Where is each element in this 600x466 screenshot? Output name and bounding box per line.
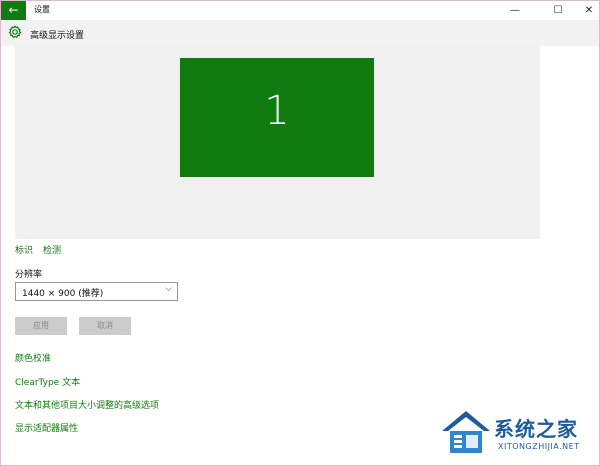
chevron-down-icon: ⌵ (165, 284, 172, 294)
title-bar: ← 设置 — ☐ ✕ (1, 1, 599, 20)
apply-button[interactable]: 应用 (15, 317, 67, 335)
color-calibration-link[interactable]: 颜色校准 (15, 351, 51, 364)
advanced-sizing-link[interactable]: 文本和其他项目大小调整的高级选项 (15, 398, 159, 411)
monitor-number: 1 (264, 88, 290, 134)
minimize-icon: — (510, 5, 520, 16)
house-logo-icon (442, 411, 490, 453)
watermark: 系统之家 XITONGZHIJIA.NET (438, 405, 598, 462)
close-button[interactable]: ✕ (575, 1, 600, 20)
window-title: 设置 (34, 5, 50, 14)
detect-link[interactable]: 检测 (43, 243, 61, 256)
close-icon: ✕ (584, 5, 594, 16)
display-preview: 1 (15, 46, 540, 239)
page-title: 高级显示设置 (30, 31, 85, 41)
adapter-properties-link[interactable]: 显示适配器属性 (15, 421, 78, 434)
maximize-icon: ☐ (553, 5, 563, 16)
back-button[interactable]: ← (1, 1, 26, 20)
page-header: 高级显示设置 (1, 20, 599, 46)
resolution-label: 分辨率 (15, 270, 43, 280)
resolution-value: 1440 × 900 (推荐) (22, 289, 104, 299)
watermark-title: 系统之家 (494, 417, 578, 441)
identify-link[interactable]: 标识 (15, 243, 33, 256)
back-arrow-icon: ← (8, 3, 19, 17)
maximize-button[interactable]: ☐ (544, 1, 572, 20)
cancel-button[interactable]: 取消 (79, 317, 131, 335)
cleartype-link[interactable]: ClearType 文本 (15, 375, 80, 388)
gear-icon (8, 25, 22, 39)
watermark-url: XITONGZHIJIA.NET (498, 442, 580, 451)
resolution-dropdown[interactable]: 1440 × 900 (推荐) ⌵ (15, 282, 178, 301)
minimize-button[interactable]: — (501, 1, 529, 20)
monitor-tile[interactable]: 1 (180, 58, 374, 177)
